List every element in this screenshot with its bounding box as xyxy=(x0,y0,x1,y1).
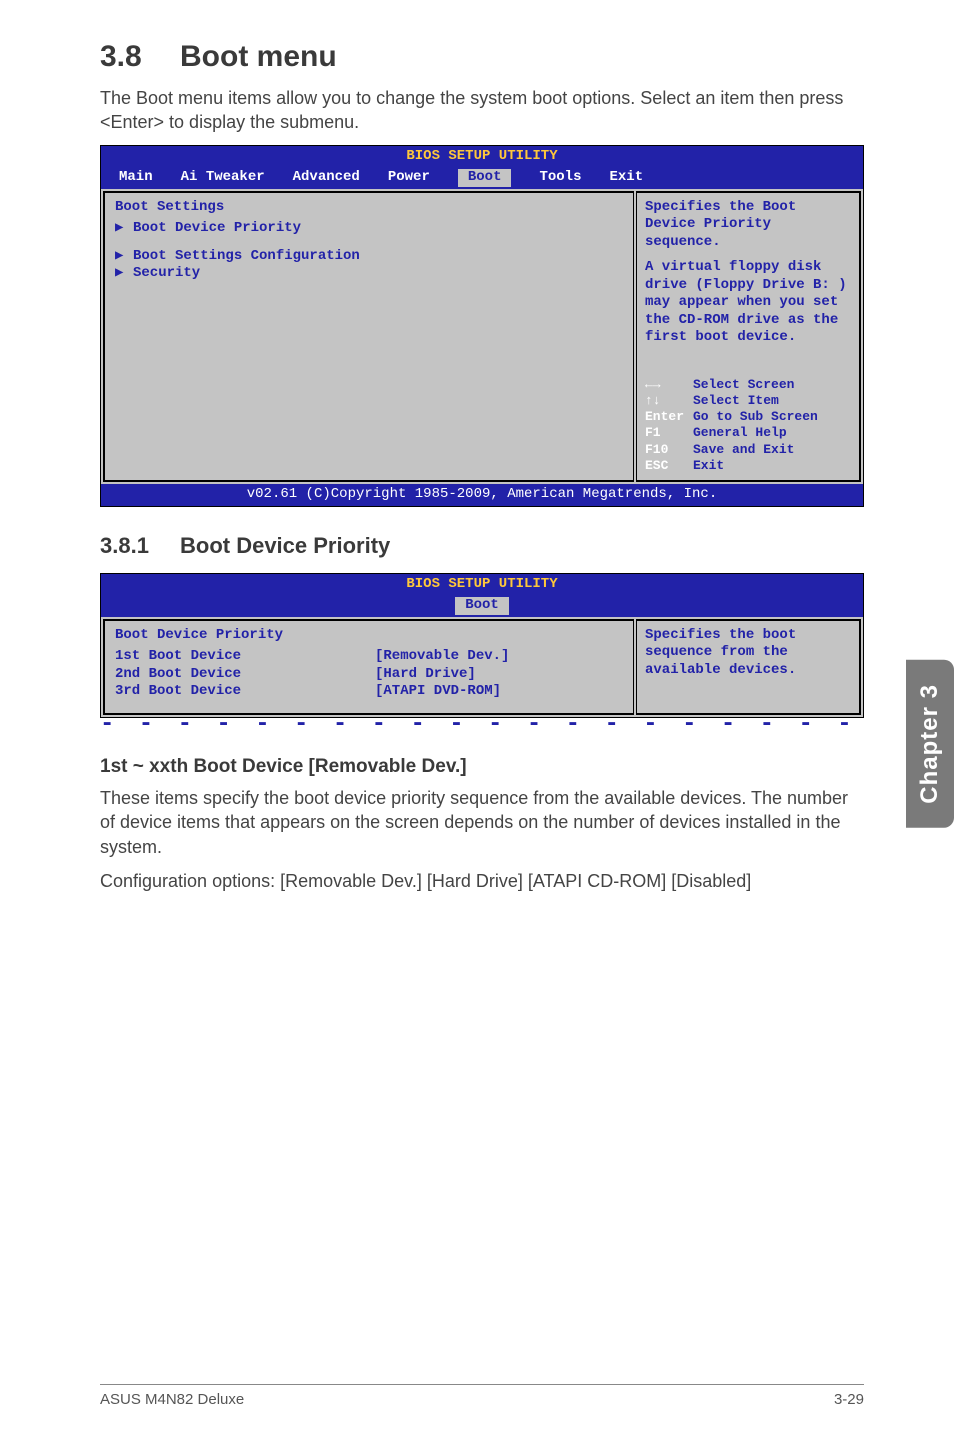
tab-boot[interactable]: Boot xyxy=(455,597,509,615)
intro-paragraph: The Boot menu items allow you to change … xyxy=(100,86,864,135)
bios-panel-boot-settings: BIOS SETUP UTILITY Main Ai Tweaker Advan… xyxy=(100,145,864,507)
boot-device-row-3[interactable]: 3rd Boot Device [ATAPI DVD-ROM] xyxy=(115,683,623,701)
bios-tab-bar: Boot xyxy=(101,595,863,617)
menu-item-boot-settings-config[interactable]: ▶Boot Settings Configuration xyxy=(115,248,623,266)
bios-header: BIOS SETUP UTILITY xyxy=(101,574,863,596)
menu-item-security[interactable]: ▶Security xyxy=(115,265,623,283)
tab-power[interactable]: Power xyxy=(388,169,430,187)
bios-footer: v02.61 (C)Copyright 1985-2009, American … xyxy=(101,484,863,506)
row-label: 3rd Boot Device xyxy=(115,683,375,701)
footer-right: 3-29 xyxy=(834,1391,864,1408)
key-enter: Enter xyxy=(645,409,693,425)
boot-device-row-2[interactable]: 2nd Boot Device [Hard Drive] xyxy=(115,666,623,684)
chapter-side-tab: Chapter 3 xyxy=(906,660,954,828)
key-f10: F10 xyxy=(645,442,693,458)
menu-item-label: Boot Settings Configuration xyxy=(133,248,360,264)
footer-left: ASUS M4N82 Deluxe xyxy=(100,1391,244,1408)
group-title: Boot Settings xyxy=(115,199,623,217)
paragraph-body-1: These items specify the boot device prio… xyxy=(100,786,864,859)
bios-panel-boot-device-priority: BIOS SETUP UTILITY Boot Boot Device Prio… xyxy=(100,573,864,718)
bios-content-pane: Boot Device Priority 1st Boot Device [Re… xyxy=(103,619,634,715)
menu-item-label: Security xyxy=(133,265,200,281)
tab-tools[interactable]: Tools xyxy=(539,169,581,187)
submenu-arrow-icon: ▶ xyxy=(115,248,133,266)
tab-boot[interactable]: Boot xyxy=(458,169,512,187)
row-value: [Removable Dev.] xyxy=(375,648,509,666)
paragraph-heading: 1st ~ xxth Boot Device [Removable Dev.] xyxy=(100,756,864,778)
tab-main[interactable]: Main xyxy=(119,169,153,187)
bios-tab-bar: Main Ai Tweaker Advanced Power Boot Tool… xyxy=(101,167,863,189)
key-desc: General Help xyxy=(693,425,787,440)
key-desc: Go to Sub Screen xyxy=(693,409,818,424)
subsection-number: 3.8.1 xyxy=(100,533,180,559)
help-text: Specifies the boot sequence from the ava… xyxy=(645,627,851,680)
key-desc: Save and Exit xyxy=(693,442,794,457)
bios-help-pane: Specifies the boot sequence from the ava… xyxy=(636,619,861,715)
menu-item-boot-device-priority[interactable]: ▶Boot Device Priority xyxy=(115,220,623,238)
tab-ai-tweaker[interactable]: Ai Tweaker xyxy=(181,169,265,187)
key-arrows-lr: ←→ xyxy=(645,377,693,393)
submenu-arrow-icon: ▶ xyxy=(115,265,133,283)
subsection-heading: 3.8.1Boot Device Priority xyxy=(100,533,864,559)
row-label: 2nd Boot Device xyxy=(115,666,375,684)
key-arrows-ud: ↑↓ xyxy=(645,393,693,409)
bios-header: BIOS SETUP UTILITY xyxy=(101,146,863,168)
key-f1: F1 xyxy=(645,425,693,441)
key-desc: Select Item xyxy=(693,393,779,408)
key-esc: ESC xyxy=(645,458,693,474)
key-desc: Select Screen xyxy=(693,377,794,392)
tab-exit[interactable]: Exit xyxy=(609,169,643,187)
section-number: 3.8 xyxy=(100,40,180,74)
row-label: 1st Boot Device xyxy=(115,648,375,666)
row-value: [Hard Drive] xyxy=(375,666,476,684)
help-key-legend: ←→Select Screen ↑↓Select Item EnterGo to… xyxy=(645,377,851,475)
subsection-title: Boot Device Priority xyxy=(180,533,390,558)
key-desc: Exit xyxy=(693,458,724,473)
section-title: Boot menu xyxy=(180,40,337,73)
paragraph-body-2: Configuration options: [Removable Dev.] … xyxy=(100,869,864,893)
help-text-mid: A virtual floppy disk drive (Floppy Driv… xyxy=(645,259,851,347)
tab-advanced[interactable]: Advanced xyxy=(293,169,360,187)
section-heading: 3.8Boot menu xyxy=(100,40,864,74)
page-footer: ASUS M4N82 Deluxe 3-29 xyxy=(100,1384,864,1408)
boot-device-row-1[interactable]: 1st Boot Device [Removable Dev.] xyxy=(115,648,623,666)
bios-help-pane: Specifies the Boot Device Priority seque… xyxy=(636,191,861,483)
submenu-arrow-icon: ▶ xyxy=(115,220,133,238)
help-text-top: Specifies the Boot Device Priority seque… xyxy=(645,199,851,252)
row-value: [ATAPI DVD-ROM] xyxy=(375,683,501,701)
truncation-dashes: - - - - - - - - - - - - - - - - - - - - … xyxy=(100,718,864,732)
group-title: Boot Device Priority xyxy=(115,627,623,645)
menu-item-label: Boot Device Priority xyxy=(133,220,301,236)
bios-content-pane: Boot Settings ▶Boot Device Priority ▶Boo… xyxy=(103,191,634,483)
